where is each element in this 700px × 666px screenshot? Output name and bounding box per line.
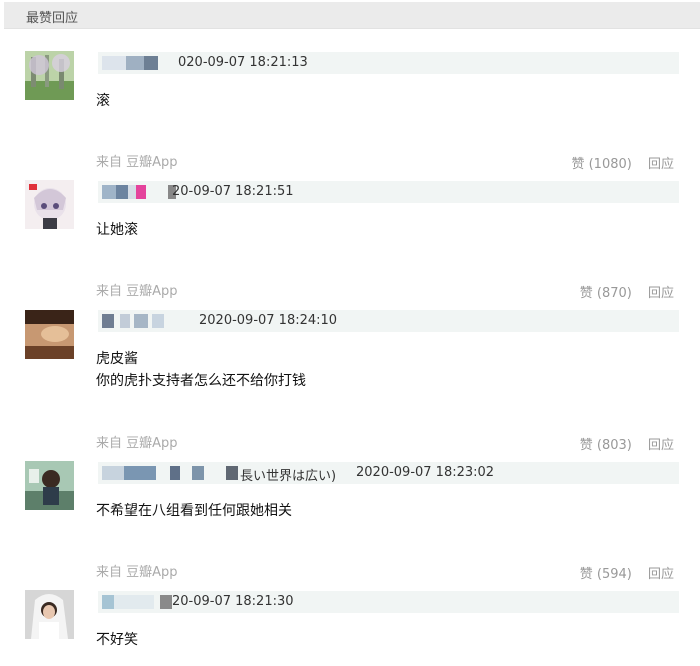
comment-actions: 赞 (803) 回应: [580, 434, 674, 453]
comment-actions: 赞 (870) 回应: [580, 282, 674, 301]
like-button[interactable]: 赞 (803): [580, 438, 632, 453]
comment-time: 020-09-07 18:21:13: [178, 55, 308, 70]
user-avatar[interactable]: [25, 180, 74, 229]
comment-text: 不好笑: [96, 632, 138, 648]
comment-meta: 20-09-07 18:21:51: [98, 181, 679, 203]
avatar-image: [25, 180, 74, 229]
user-avatar[interactable]: [25, 51, 74, 100]
blurred-username: [128, 185, 136, 199]
blurred-username: [102, 185, 116, 199]
reply-button[interactable]: 回应: [648, 157, 674, 172]
section-title: 最赞回应: [26, 11, 79, 26]
avatar-image: [25, 461, 74, 510]
blurred-username: [126, 56, 144, 70]
comment-source: 来自 豆瓣App: [96, 155, 178, 170]
comment-time: 20-09-07 18:21:30: [172, 594, 294, 609]
blurred-username: [120, 314, 130, 328]
comment-time: 2020-09-07 18:23:02: [356, 465, 495, 480]
blurred-username: [124, 466, 156, 480]
user-avatar[interactable]: [25, 310, 74, 359]
reply-button[interactable]: 回应: [648, 286, 674, 301]
blurred-username: [102, 595, 114, 609]
blurred-username: [160, 595, 172, 609]
blurred-username: [152, 314, 164, 328]
reply-button[interactable]: 回应: [648, 438, 674, 453]
comment-text-line: 你的虎扑支持者怎么还不给你打钱: [96, 373, 306, 389]
like-button[interactable]: 赞 (594): [580, 567, 632, 582]
blurred-username: [102, 314, 114, 328]
like-button[interactable]: 赞 (1080): [571, 157, 631, 172]
blurred-username: [116, 185, 128, 199]
comment-actions: 赞 (594) 回应: [580, 563, 674, 582]
blurred-username: [114, 595, 154, 609]
blurred-username: [192, 466, 204, 480]
comment-meta: 2020-09-07 18:24:10: [98, 310, 679, 332]
blurred-username: [134, 314, 148, 328]
user-avatar[interactable]: [25, 461, 74, 510]
comment-meta: 20-09-07 18:21:30: [98, 591, 679, 613]
comment-text: 让她滚: [96, 222, 138, 238]
comment-text: 虎皮酱 你的虎扑支持者怎么还不给你打钱: [96, 348, 306, 392]
comment-meta: 長い世界は広い) 2020-09-07 18:23:02: [98, 462, 679, 484]
comment-username: 長い世界は広い): [240, 469, 337, 484]
comment-text-line: 虎皮酱: [96, 351, 138, 367]
blurred-username: [170, 466, 180, 480]
blurred-username: [226, 466, 238, 480]
blurred-username: [102, 466, 124, 480]
comment-text: 不希望在八组看到任何跟她相关: [96, 503, 292, 519]
blurred-username: [102, 56, 126, 70]
comment-source: 来自 豆瓣App: [96, 284, 178, 299]
comment-source: 来自 豆瓣App: [96, 436, 178, 451]
reply-button[interactable]: 回应: [648, 567, 674, 582]
avatar-image: [25, 310, 74, 359]
blurred-username: [144, 56, 158, 70]
comment-time: 2020-09-07 18:24:10: [199, 313, 338, 328]
comment-text: 滚: [96, 93, 110, 109]
comment-meta: 020-09-07 18:21:13: [98, 52, 679, 74]
like-button[interactable]: 赞 (870): [580, 286, 632, 301]
blurred-username: [136, 185, 146, 199]
comment-actions: 赞 (1080) 回应: [571, 153, 674, 172]
comment-source: 来自 豆瓣App: [96, 565, 178, 580]
section-header: 最赞回应: [4, 2, 700, 29]
comment-time: 20-09-07 18:21:51: [172, 184, 294, 199]
user-avatar[interactable]: [25, 590, 74, 639]
avatar-image: [25, 51, 74, 100]
avatar-image: [25, 590, 74, 639]
